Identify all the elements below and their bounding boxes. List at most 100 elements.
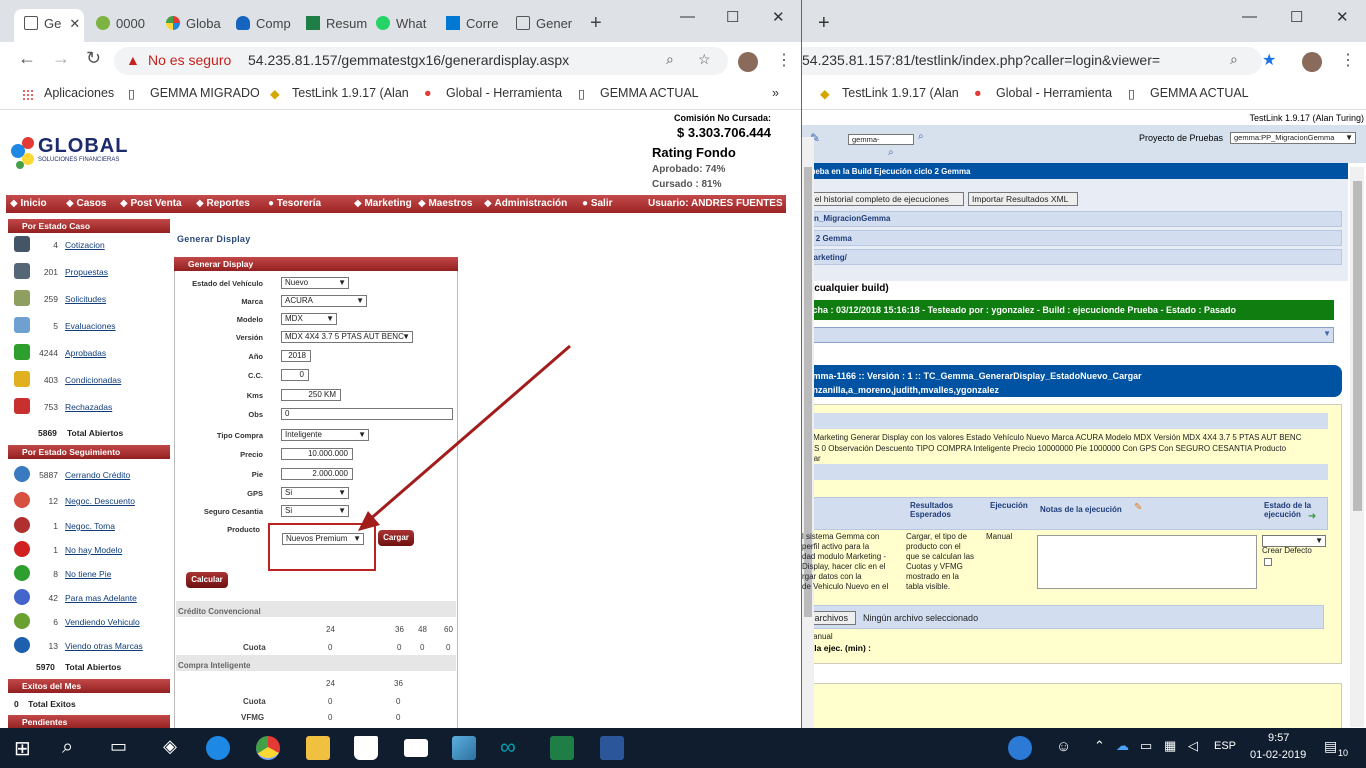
- menu-dots-icon[interactable]: ⋮: [1340, 50, 1356, 70]
- forward-icon[interactable]: →: [52, 48, 70, 69]
- close-tab-icon[interactable]: ✕: [69, 16, 80, 31]
- arduino-icon[interactable]: ∞: [500, 734, 516, 760]
- link-seguimiento[interactable]: Para mas Adelante: [65, 593, 137, 603]
- link-seguimiento[interactable]: Cerrando Crédito: [65, 470, 130, 480]
- field-marca[interactable]: ACURA: [281, 295, 367, 307]
- omnibox-2[interactable]: 54.235.81.157:81/testlink/index.php?call…: [802, 47, 1262, 75]
- zoom-icon[interactable]: ⌕: [666, 51, 674, 68]
- seguimiento-row[interactable]: 5887 Cerrando Crédito: [8, 464, 170, 486]
- star-icon[interactable]: ☆: [698, 51, 711, 68]
- back-icon[interactable]: ←: [18, 48, 36, 69]
- task-view-icon[interactable]: ▭: [110, 736, 127, 757]
- build-row[interactable]: [802, 230, 1342, 246]
- new-tab-icon[interactable]: +: [590, 12, 614, 45]
- menu-administracion[interactable]: ◆ Administración: [484, 198, 567, 209]
- estado-row[interactable]: 259 Solicitudes: [8, 288, 170, 310]
- bookmark-gemma-migrado[interactable]: GEMMA MIGRADO: [150, 86, 260, 100]
- minimize-icon[interactable]: —: [1242, 8, 1257, 25]
- omnibox[interactable]: ▲ No es seguro 54.235.81.157/gemmatestgx…: [114, 47, 728, 75]
- menu-reportes[interactable]: ◆ Reportes: [196, 198, 250, 209]
- estado-row[interactable]: 753 Rechazadas: [8, 396, 170, 418]
- windows-start-icon[interactable]: ⊞: [14, 736, 31, 761]
- suite-row[interactable]: [802, 249, 1342, 265]
- link-seguimiento[interactable]: Negoc. Toma: [65, 521, 115, 531]
- bookmark-testlink[interactable]: TestLink 1.9.17 (Alan: [292, 86, 409, 100]
- field-tipo-compra[interactable]: Inteligente: [281, 429, 369, 441]
- estado-row[interactable]: 5 Evaluaciones: [8, 315, 170, 337]
- historial-button[interactable]: rar el historial completo de ejecuciones: [802, 192, 964, 206]
- apply-icon[interactable]: ➜: [1308, 511, 1316, 522]
- seguimiento-row[interactable]: 13 Viendo otras Marcas: [8, 635, 170, 657]
- bookmark-global[interactable]: Global - Herramienta: [996, 86, 1112, 100]
- menu-salir[interactable]: ● Salir: [582, 198, 613, 209]
- seguimiento-row[interactable]: 1 No hay Modelo: [8, 539, 170, 561]
- chrome-icon[interactable]: [256, 736, 280, 760]
- more-bookmarks-icon[interactable]: »: [772, 86, 779, 100]
- link-solicitudes[interactable]: Solicitudes: [65, 294, 106, 304]
- field-seguro-cesantia[interactable]: Si: [281, 505, 349, 517]
- tab-whatsapp[interactable]: What: [372, 9, 440, 42]
- left-pane-scrollbar[interactable]: [802, 137, 814, 728]
- bookmark-global[interactable]: Global - Herramienta: [446, 86, 562, 100]
- onedrive-icon[interactable]: ☁: [1116, 738, 1129, 754]
- field-producto[interactable]: Nuevos Premium: [282, 533, 364, 545]
- link-rechazadas[interactable]: Rechazadas: [65, 402, 112, 412]
- close-window-icon[interactable]: ✕: [1336, 8, 1349, 26]
- apps-grid-icon[interactable]: [22, 89, 34, 101]
- link-seguimiento[interactable]: Viendo otras Marcas: [65, 641, 143, 651]
- field-pie[interactable]: 2.000.000: [281, 468, 353, 480]
- network-icon[interactable]: ▦: [1164, 738, 1176, 754]
- language-indicator[interactable]: ESP: [1214, 740, 1236, 752]
- battery-icon[interactable]: ▭: [1140, 738, 1152, 754]
- word-icon[interactable]: [600, 736, 624, 760]
- history-select[interactable]: ▼: [802, 327, 1334, 343]
- seguimiento-row[interactable]: 12 Negoc. Descuento: [8, 490, 170, 512]
- estado-row[interactable]: 403 Condicionadas: [8, 369, 170, 391]
- crear-defecto-checkbox[interactable]: [1264, 558, 1272, 566]
- link-propuestas[interactable]: Propuestas: [65, 267, 108, 277]
- bookmark-aplicaciones[interactable]: Aplicaciones: [44, 86, 114, 100]
- menu-tesoreria[interactable]: ● Tesorería: [268, 198, 321, 209]
- calcular-button[interactable]: Calcular: [186, 572, 228, 588]
- seguimiento-row[interactable]: 1 Negoc. Toma: [8, 515, 170, 537]
- estado-row[interactable]: 4244 Aprobadas: [8, 342, 170, 364]
- bookmark-gemma-actual[interactable]: GEMMA ACTUAL: [1150, 86, 1249, 100]
- link-seguimiento[interactable]: Negoc. Descuento: [65, 496, 135, 506]
- chevron-up-icon[interactable]: ⌃: [1094, 738, 1105, 754]
- file-explorer-icon[interactable]: [306, 736, 330, 760]
- menu-inicio[interactable]: ◆ Inicio: [10, 198, 47, 209]
- tab-gemma-active[interactable]: Ge ✕: [14, 9, 84, 42]
- right-pane-scrollbar[interactable]: [1350, 167, 1364, 727]
- url-text[interactable]: 54.235.81.157:81/testlink/index.php?call…: [802, 52, 1160, 68]
- clock-time[interactable]: 9:57: [1268, 732, 1289, 744]
- link-evaluaciones[interactable]: Evaluaciones: [65, 321, 116, 331]
- seguimiento-row[interactable]: 6 Vendiendo Vehiculo: [8, 611, 170, 633]
- field-versi-n[interactable]: MDX 4X4 3.7 5 PTAS AUT BENC: [281, 331, 413, 343]
- new-tab-icon[interactable]: +: [818, 12, 830, 35]
- field-estado-del-veh-culo[interactable]: Nuevo: [281, 277, 349, 289]
- seguimiento-row[interactable]: 8 No tiene Pie: [8, 563, 170, 585]
- field-precio[interactable]: 10.000.000: [281, 448, 353, 460]
- reload-icon[interactable]: ↻: [86, 48, 101, 69]
- menu-post-venta[interactable]: ◆ Post Venta: [120, 198, 182, 209]
- seguimiento-row[interactable]: 42 Para mas Adelante: [8, 587, 170, 609]
- bookmark-testlink[interactable]: TestLink 1.9.17 (Alan: [842, 86, 959, 100]
- help-icon[interactable]: [1008, 736, 1032, 760]
- link-condicionadas[interactable]: Condicionadas: [65, 375, 121, 385]
- notes-textarea[interactable]: [1037, 535, 1257, 589]
- tab-correo[interactable]: Corre: [442, 9, 510, 42]
- link-seguimiento[interactable]: No hay Modelo: [65, 545, 122, 555]
- link-seguimiento[interactable]: No tiene Pie: [65, 569, 111, 579]
- clock-date[interactable]: 01-02-2019: [1250, 749, 1306, 761]
- zoom-icon[interactable]: ⌕: [1230, 51, 1238, 68]
- menu-dots-icon[interactable]: ⋮: [776, 50, 792, 70]
- close-window-icon[interactable]: ✕: [772, 8, 785, 26]
- estado-row[interactable]: 4 Cotizacion: [8, 234, 170, 256]
- menu-maestros[interactable]: ◆ Maestros: [418, 198, 472, 209]
- link-seguimiento[interactable]: Vendiendo Vehiculo: [65, 617, 140, 627]
- maximize-icon[interactable]: ☐: [726, 8, 739, 26]
- tab-global[interactable]: Globa: [162, 9, 230, 42]
- search-icon[interactable]: ⌕: [918, 131, 924, 142]
- scrollbar-thumb[interactable]: [1353, 181, 1362, 511]
- app-icon[interactable]: [452, 736, 476, 760]
